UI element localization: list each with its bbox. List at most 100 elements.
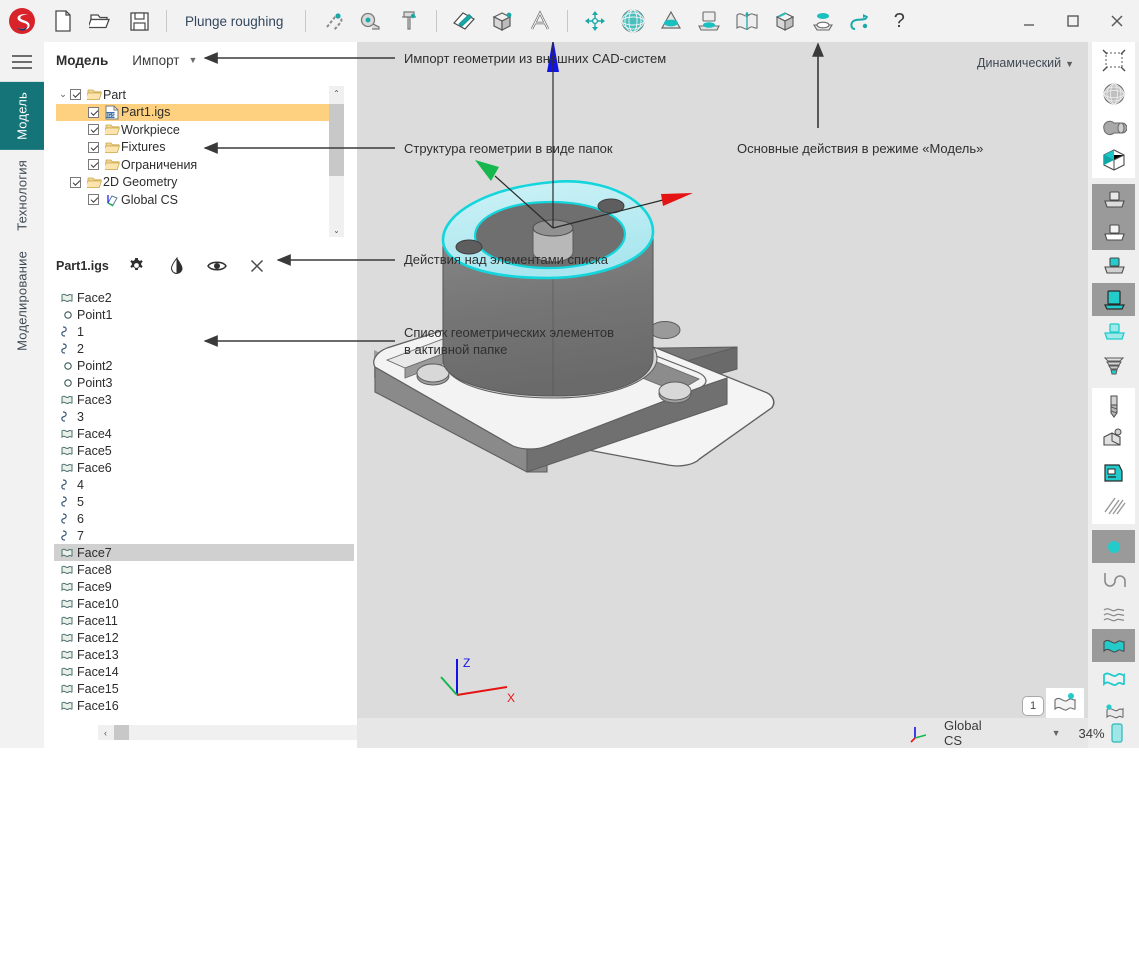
- toolpath-icon[interactable]: [1092, 489, 1135, 522]
- list-item[interactable]: Face16: [54, 697, 354, 714]
- tree-node[interactable]: Workpiece: [56, 121, 344, 139]
- face-outline-icon[interactable]: [1092, 662, 1135, 695]
- tree-node[interactable]: ⌄Part: [56, 86, 344, 104]
- list-item[interactable]: Face2: [54, 289, 354, 306]
- list-horizontal-scrollbar[interactable]: ‹ ›: [98, 725, 389, 740]
- tree-node-checkbox[interactable]: [70, 89, 81, 100]
- point-display-icon[interactable]: [1092, 530, 1135, 563]
- section-cube-icon[interactable]: [1092, 143, 1135, 176]
- hamburger-menu-icon[interactable]: [0, 42, 44, 82]
- list-item[interactable]: Face10: [54, 595, 354, 612]
- list-item[interactable]: Face15: [54, 680, 354, 697]
- curve-point-icon[interactable]: [842, 0, 880, 42]
- tree-node[interactable]: IGSPart1.igs: [56, 104, 344, 122]
- scroll-down-icon[interactable]: ⌄: [329, 223, 344, 237]
- help-button[interactable]: ?: [880, 0, 918, 42]
- tree-node[interactable]: Fixtures: [56, 139, 344, 157]
- fixture-icon[interactable]: [1092, 423, 1135, 456]
- open-file-button[interactable]: [82, 0, 120, 42]
- stock-shaded-icon[interactable]: [1092, 250, 1135, 283]
- tree-node[interactable]: 2D Geometry: [56, 174, 344, 192]
- tree-node[interactable]: Ограничения: [56, 156, 344, 174]
- chevron-down-icon[interactable]: ▼: [1052, 728, 1061, 738]
- scrollbar-thumb[interactable]: [329, 104, 344, 176]
- surface-sheet-icon[interactable]: [728, 0, 766, 42]
- list-item[interactable]: Point3: [54, 374, 354, 391]
- zoom-bar-icon[interactable]: [1111, 723, 1123, 743]
- list-item[interactable]: Face11: [54, 612, 354, 629]
- solid-block-icon[interactable]: [766, 0, 804, 42]
- magnet-snap-icon[interactable]: [314, 0, 352, 42]
- minimize-button[interactable]: [1007, 0, 1051, 42]
- caliper-icon[interactable]: [390, 0, 428, 42]
- stock-transparent-icon[interactable]: [1092, 316, 1135, 349]
- list-item[interactable]: 7: [54, 527, 354, 544]
- sphere-mesh-icon[interactable]: [614, 0, 652, 42]
- import-dropdown-label[interactable]: Импорт: [132, 53, 179, 68]
- color-drop-icon[interactable]: [165, 254, 189, 278]
- settings-gear-icon[interactable]: [125, 254, 149, 278]
- stock-wireframe-icon[interactable]: [1092, 217, 1135, 250]
- measure-icon[interactable]: [352, 0, 390, 42]
- scroll-up-icon[interactable]: ⌃: [329, 86, 344, 100]
- sidebar-tab-technology[interactable]: Технология: [0, 150, 44, 241]
- tool-endmill-icon[interactable]: [1092, 390, 1135, 423]
- element-list-items[interactable]: Face2Point112Point2Point3Face33Face4Face…: [54, 289, 354, 965]
- hscrollbar-thumb[interactable]: [114, 725, 129, 740]
- tree-node-checkbox[interactable]: [88, 142, 99, 153]
- save-file-button[interactable]: [120, 0, 158, 42]
- list-item[interactable]: Face12: [54, 629, 354, 646]
- stock-layers-icon[interactable]: [1092, 349, 1135, 382]
- tree-node-list[interactable]: ⌄PartIGSPart1.igsWorkpieceFixturesОграни…: [56, 86, 344, 236]
- list-item[interactable]: 5: [54, 493, 354, 510]
- list-item[interactable]: 6: [54, 510, 354, 527]
- list-item[interactable]: Face6: [54, 459, 354, 476]
- chevron-down-icon[interactable]: ▼: [188, 55, 197, 65]
- list-item[interactable]: Face14: [54, 663, 354, 680]
- tree-node-checkbox[interactable]: [88, 107, 99, 118]
- tree-expander-icon[interactable]: ⌄: [56, 89, 70, 100]
- list-item[interactable]: Point1: [54, 306, 354, 323]
- machine-icon[interactable]: [1092, 456, 1135, 489]
- new-file-button[interactable]: [44, 0, 82, 42]
- list-item[interactable]: Face4: [54, 425, 354, 442]
- list-item[interactable]: Face5: [54, 442, 354, 459]
- tree-node[interactable]: Global CS: [56, 191, 344, 209]
- solid-box-icon[interactable]: [483, 0, 521, 42]
- wireframe-sphere-icon[interactable]: [1092, 77, 1135, 110]
- zoom-level[interactable]: 34%: [1079, 726, 1105, 741]
- list-item[interactable]: Face13: [54, 646, 354, 663]
- sidebar-tab-simulation[interactable]: Моделирование: [0, 241, 44, 361]
- tree-node-checkbox[interactable]: [70, 177, 81, 188]
- list-item[interactable]: 3: [54, 408, 354, 425]
- list-item[interactable]: Face9: [54, 578, 354, 595]
- list-item[interactable]: 2: [54, 340, 354, 357]
- select-rectangle-icon[interactable]: [1092, 44, 1135, 77]
- list-item[interactable]: Face8: [54, 561, 354, 578]
- list-item[interactable]: Face3: [54, 391, 354, 408]
- list-item[interactable]: Point2: [54, 357, 354, 374]
- text-annotation-icon[interactable]: [521, 0, 559, 42]
- cone-icon[interactable]: [652, 0, 690, 42]
- tree-node-checkbox[interactable]: [88, 159, 99, 170]
- sketch-edit-icon[interactable]: [445, 0, 483, 42]
- move-transform-icon[interactable]: [576, 0, 614, 42]
- shaded-solid-icon[interactable]: [1092, 110, 1135, 143]
- curve-display-icon[interactable]: [1092, 563, 1135, 596]
- maximize-button[interactable]: [1051, 0, 1095, 42]
- list-item[interactable]: 4: [54, 476, 354, 493]
- tree-vertical-scrollbar[interactable]: ⌃ ⌄: [329, 86, 344, 237]
- visibility-eye-icon[interactable]: [205, 254, 229, 278]
- list-item[interactable]: 1: [54, 323, 354, 340]
- tree-node-checkbox[interactable]: [88, 194, 99, 205]
- status-cs-name[interactable]: Global CS: [944, 718, 982, 748]
- pocket-icon[interactable]: [804, 0, 842, 42]
- list-item[interactable]: Face7: [54, 544, 354, 561]
- cylinder-stock-icon[interactable]: [690, 0, 728, 42]
- stock-solid-icon[interactable]: [1092, 283, 1135, 316]
- hscroll-left-icon[interactable]: ‹: [98, 725, 113, 740]
- face-display-icon[interactable]: [1092, 629, 1135, 662]
- surface-display-icon[interactable]: [1092, 596, 1135, 629]
- tree-node-checkbox[interactable]: [88, 124, 99, 135]
- stock-hidden-icon[interactable]: [1092, 184, 1135, 217]
